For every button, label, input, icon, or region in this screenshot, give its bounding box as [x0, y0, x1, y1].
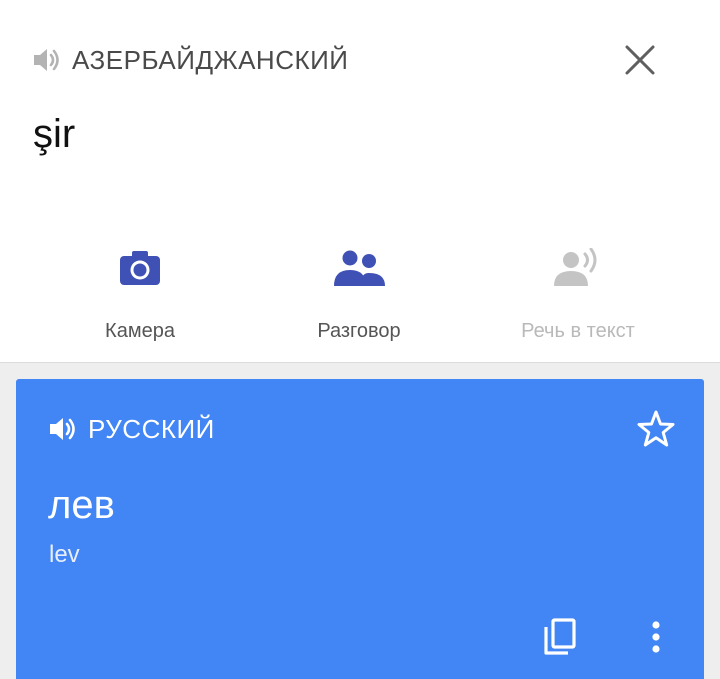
star-outline-icon — [637, 410, 675, 447]
transcribe-label: Речь в текст — [521, 320, 635, 342]
transcribe-icon — [546, 240, 610, 296]
conversation-icon — [327, 240, 391, 296]
copy-icon — [544, 618, 576, 655]
speaker-icon[interactable] — [32, 46, 64, 74]
input-tools-row: Камера Разговор Речь в текст — [0, 240, 720, 350]
more-vert-icon — [652, 621, 660, 653]
close-button[interactable] — [618, 38, 662, 82]
source-text[interactable]: şir — [33, 112, 75, 157]
copy-button[interactable] — [536, 613, 584, 661]
more-options-button[interactable] — [632, 613, 680, 661]
favorite-button[interactable] — [632, 405, 680, 453]
translation-text[interactable]: лев — [48, 483, 115, 528]
speaker-icon[interactable] — [48, 415, 80, 443]
transcribe-button[interactable]: Речь в текст — [478, 240, 678, 350]
source-panel: АЗЕРБАЙДЖАНСКИЙ şir Камера Разговор Речь… — [0, 0, 720, 363]
target-language-label: РУССКИЙ — [88, 413, 215, 444]
conversation-button[interactable]: Разговор — [259, 240, 459, 350]
camera-icon — [108, 240, 172, 296]
source-language-header[interactable]: АЗЕРБАЙДЖАНСКИЙ — [32, 42, 349, 78]
camera-label: Камера — [105, 320, 175, 342]
close-icon — [625, 45, 655, 75]
transliteration-text: lev — [49, 541, 80, 568]
camera-button[interactable]: Камера — [40, 240, 240, 350]
source-language-label: АЗЕРБАЙДЖАНСКИЙ — [72, 44, 349, 75]
translation-result-card[interactable]: РУССКИЙ лев lev — [16, 379, 704, 679]
target-language-header[interactable]: РУССКИЙ — [48, 411, 215, 447]
conversation-label: Разговор — [317, 320, 401, 342]
